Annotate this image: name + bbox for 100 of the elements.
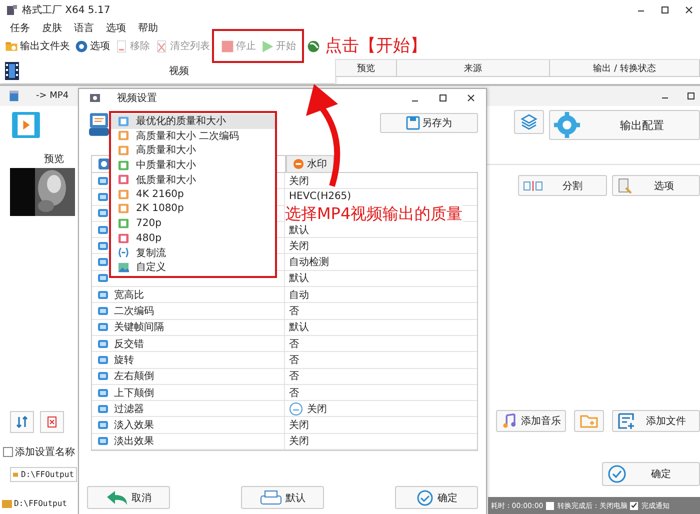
delete-icon xyxy=(45,415,59,429)
disc-icon xyxy=(75,40,88,52)
add-music-button[interactable]: 添加音乐 xyxy=(496,410,566,432)
column-header[interactable]: 输出 / 转换状态 xyxy=(550,60,700,76)
setting-value[interactable]: 关闭 xyxy=(289,434,309,448)
folder-icon xyxy=(13,470,18,479)
split-icon xyxy=(523,180,543,190)
setting-value[interactable]: 关闭 xyxy=(289,238,309,253)
setting-value[interactable]: 关闭 xyxy=(307,402,327,416)
dropdown-option[interactable]: 最优化的质量和大小 xyxy=(111,114,275,129)
maximize-icon[interactable] xyxy=(438,93,448,103)
save-as-button[interactable]: 另存为 xyxy=(380,113,478,133)
split-button[interactable]: 分割 xyxy=(518,175,606,196)
delete-button[interactable] xyxy=(40,411,64,433)
setting-name: 淡出效果 xyxy=(114,434,154,448)
document-icon xyxy=(616,178,632,194)
maximize-icon[interactable] xyxy=(686,91,696,101)
video-icon xyxy=(12,112,40,138)
output-path[interactable]: D:\FFOutput xyxy=(2,499,67,508)
output-folder-field[interactable]: D:\FFOutput xyxy=(10,467,77,482)
setting-icon xyxy=(97,419,109,432)
setting-value[interactable]: 否 xyxy=(289,304,299,318)
checkbox[interactable] xyxy=(3,447,13,457)
menu-item[interactable]: 皮肤 xyxy=(42,20,62,34)
category-label[interactable]: 视频 xyxy=(169,64,189,78)
stop-icon xyxy=(221,40,234,52)
app-icon xyxy=(6,4,18,16)
settings-icon xyxy=(89,92,101,104)
column-header[interactable]: 预览 xyxy=(336,60,397,76)
folder-icon xyxy=(580,414,598,428)
watermark-icon xyxy=(293,158,304,170)
setting-value[interactable]: 否 xyxy=(289,386,299,400)
check-icon xyxy=(607,464,627,484)
dropdown-option[interactable]: 480p xyxy=(111,230,275,246)
dropdown-option[interactable]: 4K 2160p xyxy=(111,186,275,202)
setting-value[interactable]: 否 xyxy=(289,352,299,367)
menu-item[interactable]: 选项 xyxy=(106,20,126,34)
default-button[interactable]: 默认 xyxy=(241,486,324,509)
options-button[interactable]: 选项 xyxy=(612,175,700,196)
layers-button[interactable] xyxy=(514,110,544,134)
add-file-icon xyxy=(617,412,637,430)
menu-item[interactable]: 任务 xyxy=(10,20,30,34)
delete-icon xyxy=(155,40,168,52)
dropdown-option[interactable]: 高质量和大小 二次编码 xyxy=(111,128,275,144)
setting-value[interactable]: 关闭 xyxy=(289,174,309,188)
setting-value[interactable]: 默认 xyxy=(289,222,309,237)
setting-value[interactable]: 否 xyxy=(289,336,299,351)
setting-icon xyxy=(97,272,109,284)
dropdown-option[interactable]: 低质量和大小 xyxy=(111,172,275,187)
setting-value[interactable]: 默认 xyxy=(289,271,309,286)
preview-label: 预览 xyxy=(44,153,64,166)
close-icon[interactable] xyxy=(684,5,694,15)
annotation-text: 选择MP4视频输出的质量 xyxy=(285,204,463,225)
setting-icon xyxy=(97,338,109,350)
toolbar-button[interactable]: 输出文件夹 xyxy=(4,38,71,54)
setting-value[interactable]: 自动 xyxy=(289,288,309,302)
dropdown-option[interactable]: 2K 1080p xyxy=(111,202,275,216)
setting-icon xyxy=(97,174,109,187)
setting-icon xyxy=(97,402,109,415)
folder-icon xyxy=(2,499,12,508)
output-config-button[interactable]: 输出配置 xyxy=(549,110,700,140)
checkbox[interactable] xyxy=(546,502,554,510)
cancel-button[interactable]: 取消 xyxy=(87,486,170,509)
window-title: 格式工厂 X64 5.17 xyxy=(22,4,110,17)
back-arrow-icon xyxy=(106,490,128,506)
dropdown-option[interactable]: 复制流 xyxy=(111,245,275,260)
setting-value[interactable]: 自动检测 xyxy=(289,255,329,270)
tab[interactable]: 水印 xyxy=(286,155,334,172)
checkbox[interactable] xyxy=(630,502,638,510)
close-icon[interactable] xyxy=(466,93,476,103)
ok-button[interactable]: 确定 xyxy=(602,462,700,486)
setting-name: 宽高比 xyxy=(114,288,144,302)
check-icon xyxy=(416,488,434,506)
setting-icon xyxy=(97,240,109,252)
window-title: -> MP4 xyxy=(36,91,69,101)
dropdown-option[interactable]: 720p xyxy=(111,216,275,231)
menu-item[interactable]: 语言 xyxy=(74,20,94,34)
setting-icon xyxy=(97,207,109,220)
setting-icon xyxy=(97,370,109,382)
column-header[interactable]: 来源 xyxy=(397,60,550,76)
sort-button[interactable] xyxy=(10,411,34,433)
gear-icon xyxy=(554,112,580,138)
dropdown-option[interactable]: 中质量和大小 xyxy=(111,158,275,172)
maximize-icon[interactable] xyxy=(660,5,670,15)
toolbar-button[interactable]: 选项 xyxy=(74,38,111,54)
dropdown-option[interactable]: 高质量和大小 xyxy=(111,143,275,158)
setting-name: 上下颠倒 xyxy=(114,386,154,400)
menu-item[interactable]: 帮助 xyxy=(138,20,158,34)
globe-icon xyxy=(307,40,320,52)
add-file-button[interactable]: 添加文件 xyxy=(612,410,700,432)
setting-name: 关键帧间隔 xyxy=(114,320,164,334)
dropdown-option[interactable]: 自定义 xyxy=(111,260,275,275)
setting-value[interactable]: 关闭 xyxy=(289,418,309,432)
setting-icon xyxy=(97,321,109,334)
setting-value[interactable]: 默认 xyxy=(289,320,309,334)
setting-value[interactable]: 否 xyxy=(289,369,299,384)
sort-icon xyxy=(15,415,29,429)
ok-button[interactable]: 确定 xyxy=(395,486,478,509)
toolbar-button[interactable] xyxy=(306,38,321,54)
setting-value[interactable]: HEVC(H265) xyxy=(289,191,352,202)
